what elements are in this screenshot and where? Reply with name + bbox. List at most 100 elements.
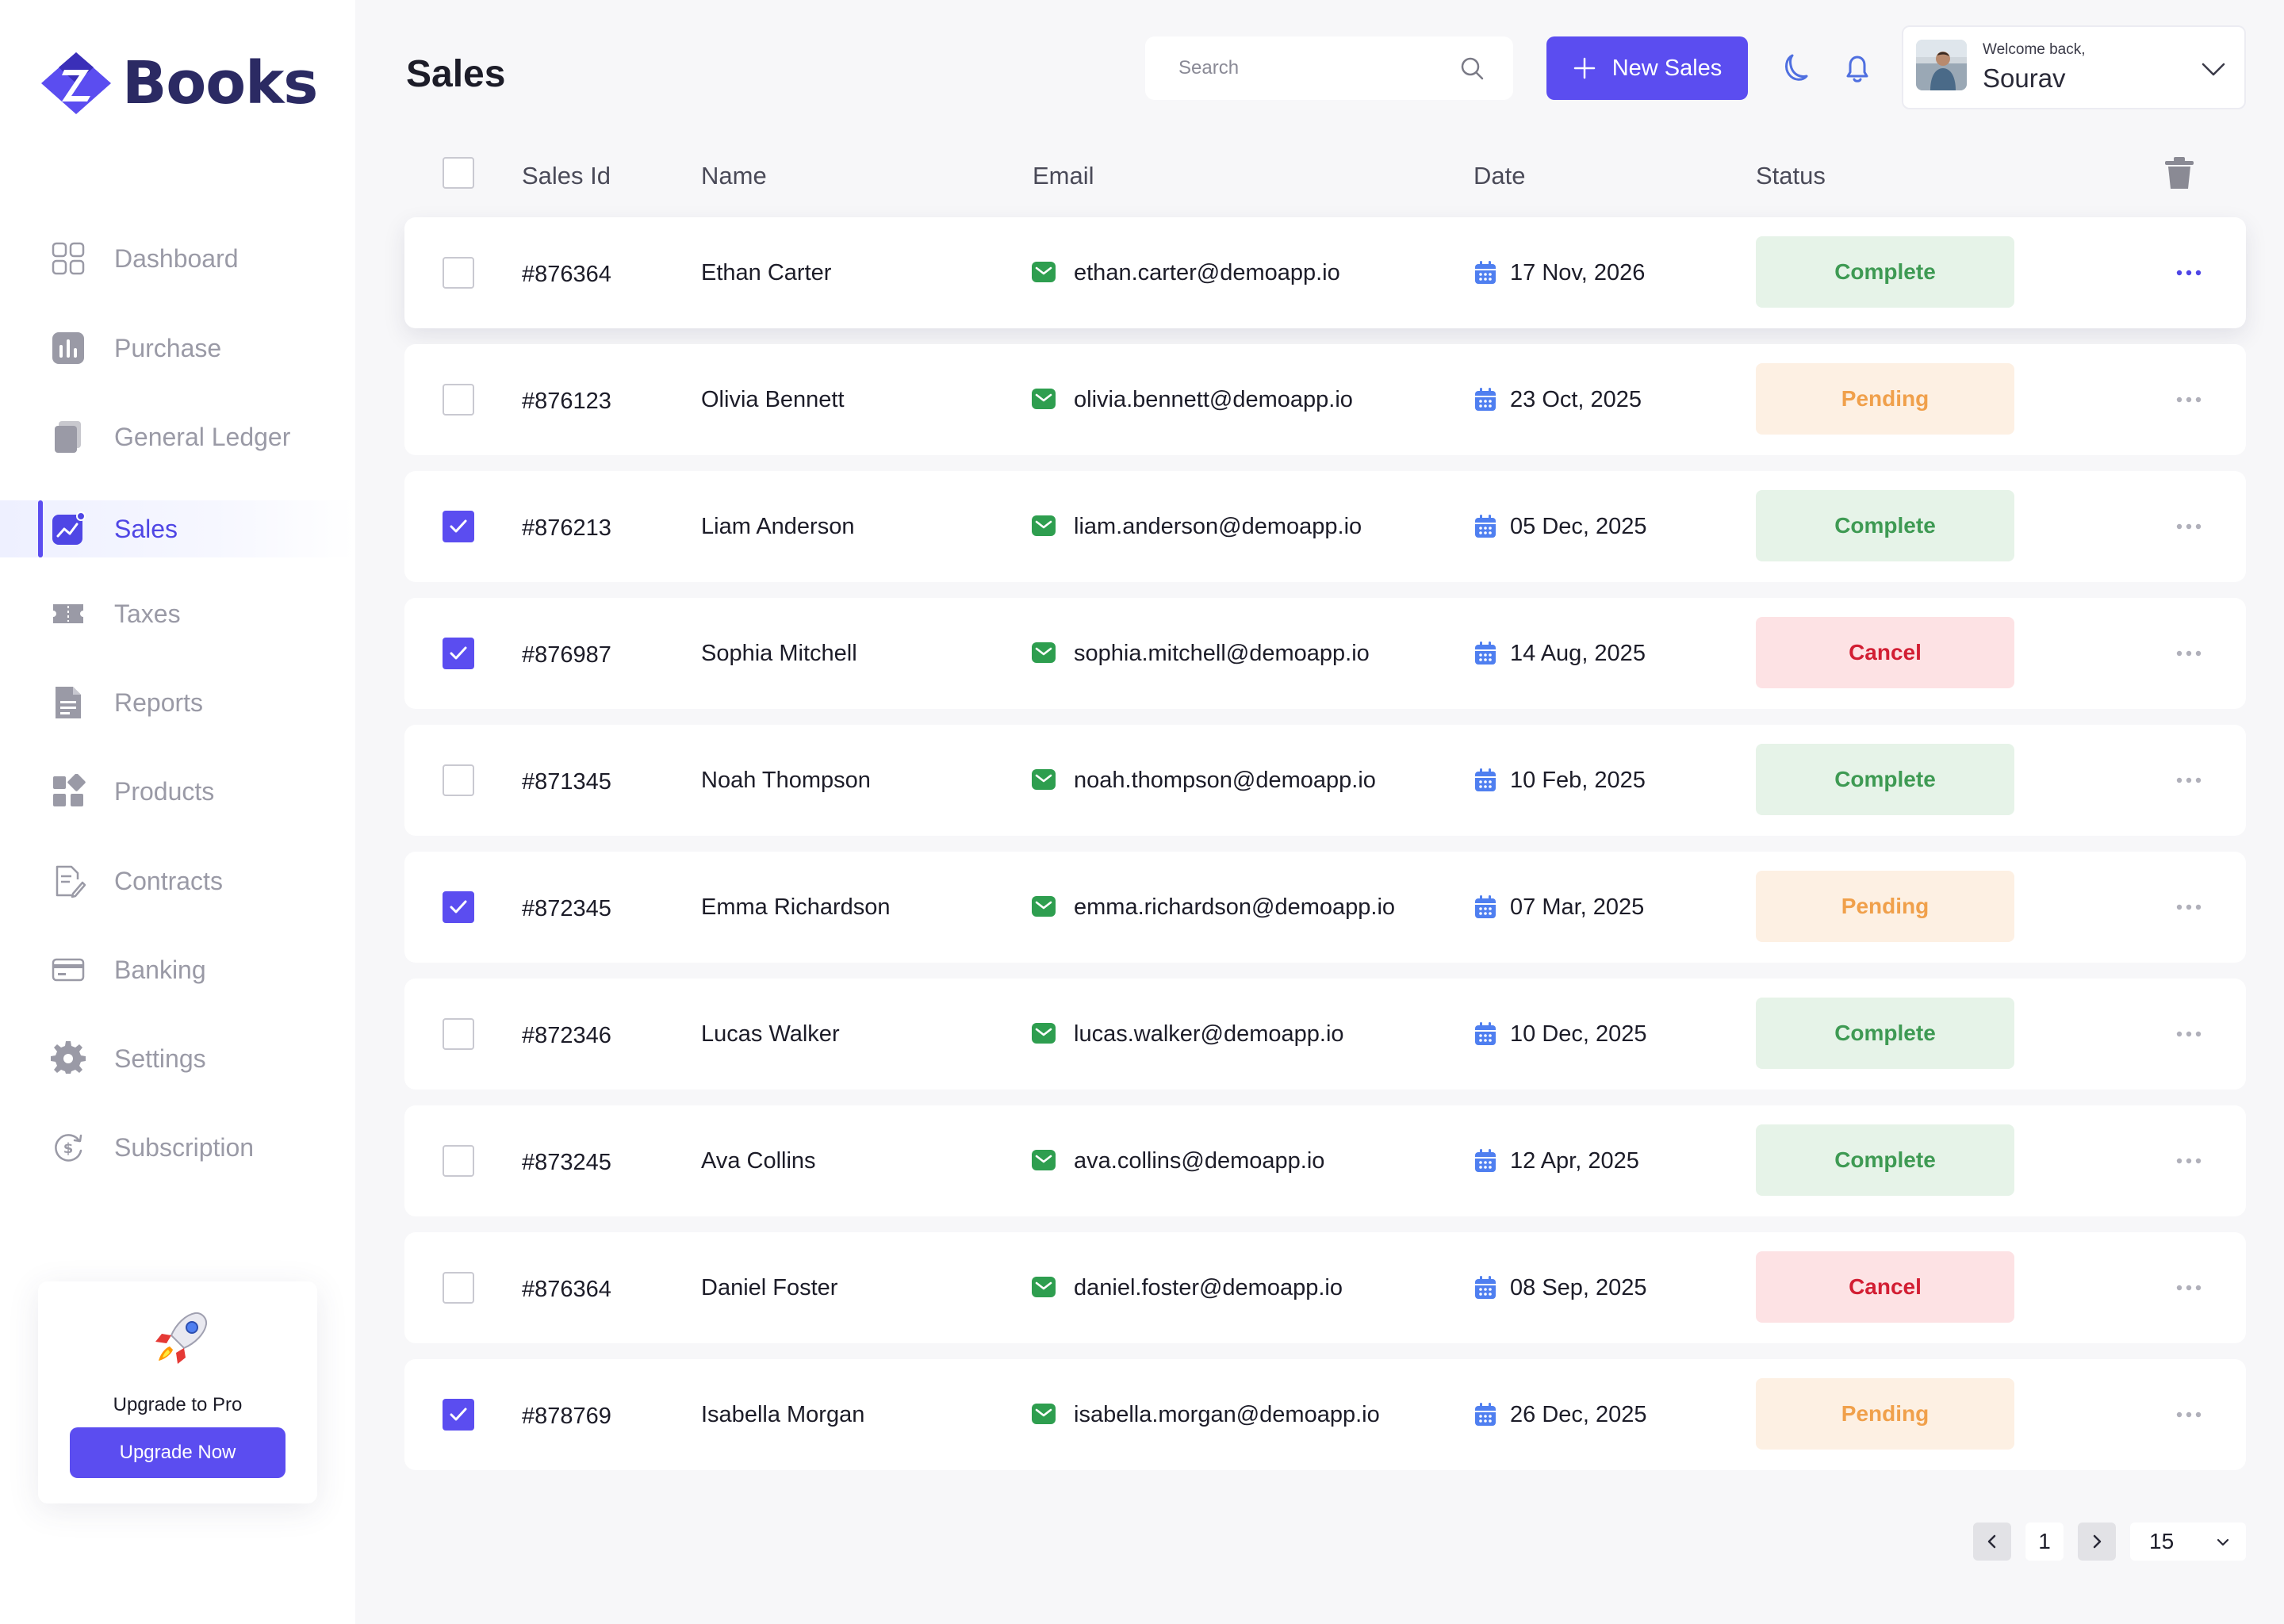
page-size-select[interactable]: 15 [2130, 1522, 2246, 1561]
bar-chart-icon [51, 331, 86, 366]
row-checkbox[interactable] [443, 511, 474, 542]
email-icon [1032, 262, 1056, 282]
next-page-button[interactable] [2078, 1522, 2116, 1561]
search-bar [1145, 36, 1513, 100]
delete-trash-icon[interactable] [2163, 155, 2196, 190]
more-options-icon[interactable] [2171, 260, 2206, 285]
table-row[interactable]: #871345 Noah Thompson noah.thompson@demo… [404, 725, 2246, 836]
table-row[interactable]: #872346 Lucas Walker lucas.walker@demoap… [404, 979, 2246, 1090]
table-row[interactable]: #876364 Daniel Foster daniel.foster@demo… [404, 1232, 2246, 1343]
sidebar-item-label: Dashboard [114, 243, 239, 273]
dark-mode-moon-icon[interactable] [1775, 49, 1813, 87]
table-row[interactable]: #878769 Isabella Morgan isabella.morgan@… [404, 1359, 2246, 1470]
customer-name: Ethan Carter [701, 260, 832, 285]
current-page[interactable]: 1 [2025, 1522, 2064, 1561]
sidebar-item-purchase[interactable]: Purchase [0, 320, 355, 377]
row-checkbox[interactable] [443, 1399, 474, 1431]
column-header-email[interactable]: Email [1033, 162, 1094, 190]
customer-name: Olivia Bennett [701, 387, 845, 412]
sidebar-item-label: Purchase [114, 333, 222, 362]
more-options-icon[interactable] [2171, 1021, 2206, 1047]
row-checkbox[interactable] [443, 257, 474, 289]
more-options-icon[interactable] [2171, 1275, 2206, 1300]
customer-email[interactable]: sophia.mitchell@demoapp.io [1074, 641, 1370, 667]
status-badge: Pending [1756, 1378, 2014, 1450]
sales-id: #872345 [522, 896, 611, 921]
table-row[interactable]: #876987 Sophia Mitchell sophia.mitchell@… [404, 598, 2246, 709]
sale-date: 10 Dec, 2025 [1510, 1021, 1647, 1047]
sidebar-item-contracts[interactable]: Contracts [0, 852, 355, 910]
prev-page-button[interactable] [1973, 1522, 2011, 1561]
column-header-status[interactable]: Status [1756, 162, 1826, 190]
sidebar-item-general-ledger[interactable]: General Ledger [0, 408, 355, 465]
customer-email[interactable]: ava.collins@demoapp.io [1074, 1148, 1324, 1174]
more-options-icon[interactable] [2171, 894, 2206, 920]
sales-id: #872346 [522, 1023, 611, 1048]
column-header-date[interactable]: Date [1473, 162, 1525, 190]
search-icon[interactable] [1458, 54, 1486, 82]
select-all-checkbox[interactable] [443, 157, 474, 189]
row-checkbox[interactable] [443, 891, 474, 923]
table-row[interactable]: #876123 Olivia Bennett olivia.bennett@de… [404, 344, 2246, 455]
sidebar-item-products[interactable]: Products [0, 763, 355, 820]
more-options-icon[interactable] [2171, 387, 2206, 412]
sidebar-item-settings[interactable]: Settings [0, 1030, 355, 1087]
more-options-icon[interactable] [2171, 641, 2206, 666]
customer-email[interactable]: liam.anderson@demoapp.io [1074, 514, 1362, 540]
customer-email[interactable]: emma.richardson@demoapp.io [1074, 894, 1395, 921]
table-row[interactable]: #873245 Ava Collins ava.collins@demoapp.… [404, 1105, 2246, 1216]
table-header: Sales Id Name Email Date Status [404, 151, 2246, 201]
row-checkbox[interactable] [443, 638, 474, 669]
column-header-sales-id[interactable]: Sales Id [522, 162, 611, 190]
search-input[interactable] [1145, 36, 1458, 100]
customer-email[interactable]: olivia.bennett@demoapp.io [1074, 387, 1353, 413]
more-options-icon[interactable] [2171, 768, 2206, 793]
brand-logo[interactable]: Books [38, 49, 318, 117]
customer-email[interactable]: noah.thompson@demoapp.io [1074, 768, 1376, 794]
column-header-name[interactable]: Name [701, 162, 767, 190]
table-row[interactable]: #876364 Ethan Carter ethan.carter@demoap… [404, 217, 2246, 328]
sidebar-item-taxes[interactable]: Taxes [0, 585, 355, 642]
more-options-icon[interactable] [2171, 514, 2206, 539]
status-badge: Complete [1756, 490, 2014, 561]
sidebar-item-subscription[interactable]: $ Subscription [0, 1119, 355, 1176]
row-checkbox[interactable] [443, 1018, 474, 1050]
upgrade-now-button[interactable]: Upgrade Now [70, 1427, 286, 1478]
sidebar-item-sales[interactable]: Sales [0, 500, 355, 557]
calendar-icon [1475, 1276, 1496, 1299]
row-checkbox[interactable] [443, 1145, 474, 1177]
more-options-icon[interactable] [2171, 1402, 2206, 1427]
sales-id: #876123 [522, 389, 611, 414]
calendar-icon [1475, 515, 1496, 538]
customer-email[interactable]: lucas.walker@demoapp.io [1074, 1021, 1344, 1048]
customer-email[interactable]: daniel.foster@demoapp.io [1074, 1275, 1343, 1301]
chevron-right-icon [2093, 1534, 2102, 1549]
sidebar-item-banking[interactable]: Banking [0, 941, 355, 998]
new-sales-button[interactable]: New Sales [1546, 36, 1748, 100]
checkmark-icon [450, 519, 467, 533]
sidebar-item-label: Taxes [114, 599, 181, 628]
sales-id: #876987 [522, 642, 611, 668]
table-row[interactable]: #872345 Emma Richardson emma.richardson@… [404, 852, 2246, 963]
customer-name: Sophia Mitchell [701, 641, 857, 666]
chevron-left-icon [1987, 1534, 1996, 1549]
status-badge: Cancel [1756, 617, 2014, 688]
row-checkbox[interactable] [443, 384, 474, 416]
customer-email[interactable]: ethan.carter@demoapp.io [1074, 260, 1340, 286]
customer-email[interactable]: isabella.morgan@demoapp.io [1074, 1402, 1380, 1428]
more-options-icon[interactable] [2171, 1148, 2206, 1174]
calendar-icon [1475, 1022, 1496, 1045]
sale-date: 23 Oct, 2025 [1510, 387, 1642, 412]
notification-bell-icon[interactable] [1838, 49, 1876, 87]
row-checkbox[interactable] [443, 1272, 474, 1304]
sidebar-item-reports[interactable]: Reports [0, 674, 355, 731]
subscription-icon: $ [51, 1130, 86, 1165]
sidebar-item-dashboard[interactable]: Dashboard [0, 230, 355, 287]
email-icon [1032, 515, 1056, 536]
calendar-icon [1475, 1403, 1496, 1426]
sidebar-item-label: Subscription [114, 1132, 255, 1162]
table-row[interactable]: #876213 Liam Anderson liam.anderson@demo… [404, 471, 2246, 582]
sales-id: #873245 [522, 1150, 611, 1175]
user-menu[interactable]: Welcome back, Sourav [1902, 25, 2246, 109]
row-checkbox[interactable] [443, 764, 474, 796]
